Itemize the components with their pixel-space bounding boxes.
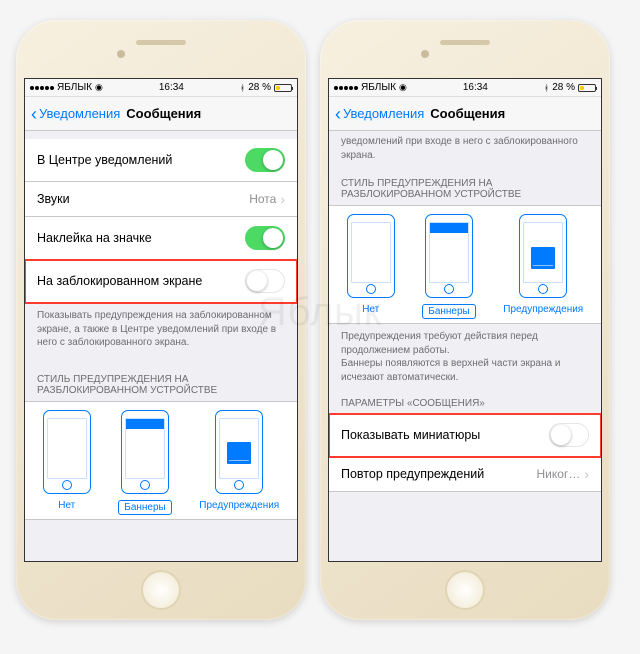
back-button[interactable]: ‹ Уведомления (31, 105, 120, 123)
nav-bar: ‹ Уведомления Сообщения (25, 97, 297, 131)
row-label: Повтор предупреждений (341, 467, 484, 481)
status-time: 16:34 (463, 82, 488, 93)
page-title: Сообщения (126, 106, 201, 121)
carrier-label: ЯБЛЫК (361, 82, 396, 93)
wifi-icon: ◉ (95, 82, 103, 93)
row-label: Показывать миниатюры (341, 428, 480, 442)
signal-icon (334, 86, 358, 90)
style-label: Предупреждения (199, 500, 279, 511)
carrier-label: ЯБЛЫК (57, 82, 92, 93)
section-header-alert-style: СТИЛЬ ПРЕДУПРЕЖДЕНИЯ НА РАЗБЛОКИРОВАННОМ… (329, 172, 601, 205)
content: В Центре уведомлений Звуки Нота› Наклейк… (25, 131, 297, 561)
back-label: Уведомления (39, 106, 120, 121)
bluetooth-icon: ᚼ (544, 83, 549, 93)
row-label: На заблокированном экране (37, 274, 202, 288)
style-label: Предупреждения (503, 304, 583, 315)
screen: ЯБЛЫК ◉ 16:34 ᚼ 28 % ‹ Уведомления Сообщ… (328, 78, 602, 562)
row-sounds[interactable]: Звуки Нота› (25, 182, 297, 217)
home-button[interactable] (141, 570, 181, 610)
row-repeat-alerts[interactable]: Повтор предупреждений Никог…› (329, 457, 601, 492)
row-lock-screen[interactable]: На заблокированном экране (25, 260, 297, 303)
style-option-none[interactable]: Нет (43, 410, 91, 515)
screen: ЯБЛЫК ◉ 16:34 ᚼ 28 % ‹ Уведомления Сообщ… (24, 78, 298, 562)
row-label: Наклейка на значке (37, 231, 152, 245)
status-bar: ЯБЛЫК ◉ 16:34 ᚼ 28 % (329, 79, 601, 97)
nav-bar: ‹ Уведомления Сообщения (329, 97, 601, 131)
battery-icon (274, 84, 292, 92)
chevron-left-icon: ‹ (31, 105, 37, 123)
mini-phone-icon (425, 214, 473, 298)
style-label: Нет (362, 304, 379, 315)
alert-style-selector: Нет Баннеры Предупреждения (25, 401, 297, 520)
mini-phone-icon (347, 214, 395, 298)
row-label: В Центре уведомлений (37, 153, 172, 167)
style-option-alerts[interactable]: Предупреждения (503, 214, 583, 319)
style-option-banners[interactable]: Баннеры (422, 214, 475, 319)
footer-text-mid: Предупреждения требуют действия перед пр… (329, 324, 601, 394)
section-header-params: ПАРАМЕТРЫ «СООБЩЕНИЯ» (329, 394, 601, 414)
row-notification-center[interactable]: В Центре уведомлений (25, 139, 297, 182)
home-button[interactable] (445, 570, 485, 610)
style-label: Баннеры (422, 304, 475, 319)
phone-left: ЯБЛЫК ◉ 16:34 ᚼ 28 % ‹ Уведомления Сообщ… (16, 20, 306, 620)
style-label: Нет (58, 500, 75, 511)
bluetooth-icon: ᚼ (240, 83, 245, 93)
row-badge[interactable]: Наклейка на значке (25, 217, 297, 260)
status-bar: ЯБЛЫК ◉ 16:34 ᚼ 28 % (25, 79, 297, 97)
alert-style-selector: Нет Баннеры Предупреждения (329, 205, 601, 324)
style-option-alerts[interactable]: Предупреждения (199, 410, 279, 515)
section-header-alert-style: СТИЛЬ ПРЕДУПРЕЖДЕНИЯ НА РАЗБЛОКИРОВАННОМ… (25, 360, 297, 401)
battery-percent: 28 % (248, 82, 271, 93)
footer-text-top: уведомлений при входе в него с заблокиро… (329, 131, 601, 172)
toggle-notification-center[interactable] (245, 148, 285, 172)
battery-percent: 28 % (552, 82, 575, 93)
style-option-none[interactable]: Нет (347, 214, 395, 319)
style-label: Баннеры (118, 500, 171, 515)
back-button[interactable]: ‹ Уведомления (335, 105, 424, 123)
back-label: Уведомления (343, 106, 424, 121)
footer-text: Показывать предупреждения на заблокирова… (25, 303, 297, 360)
chevron-left-icon: ‹ (335, 105, 341, 123)
page-title: Сообщения (430, 106, 505, 121)
content: уведомлений при входе в него с заблокиро… (329, 131, 601, 561)
phone-right: ЯБЛЫК ◉ 16:34 ᚼ 28 % ‹ Уведомления Сообщ… (320, 20, 610, 620)
toggle-badge[interactable] (245, 226, 285, 250)
row-label: Звуки (37, 192, 70, 206)
row-value: Никог…› (537, 466, 589, 482)
mini-phone-icon (215, 410, 263, 494)
toggle-lock-screen[interactable] (245, 269, 285, 293)
mini-phone-icon (43, 410, 91, 494)
toggle-show-previews[interactable] (549, 423, 589, 447)
mini-phone-icon (519, 214, 567, 298)
wifi-icon: ◉ (399, 82, 407, 93)
chevron-right-icon: › (280, 191, 285, 207)
chevron-right-icon: › (584, 466, 589, 482)
row-value: Нота› (249, 191, 285, 207)
status-time: 16:34 (159, 82, 184, 93)
row-show-previews[interactable]: Показывать миниатюры (329, 414, 601, 457)
style-option-banners[interactable]: Баннеры (118, 410, 171, 515)
signal-icon (30, 86, 54, 90)
battery-icon (578, 84, 596, 92)
mini-phone-icon (121, 410, 169, 494)
